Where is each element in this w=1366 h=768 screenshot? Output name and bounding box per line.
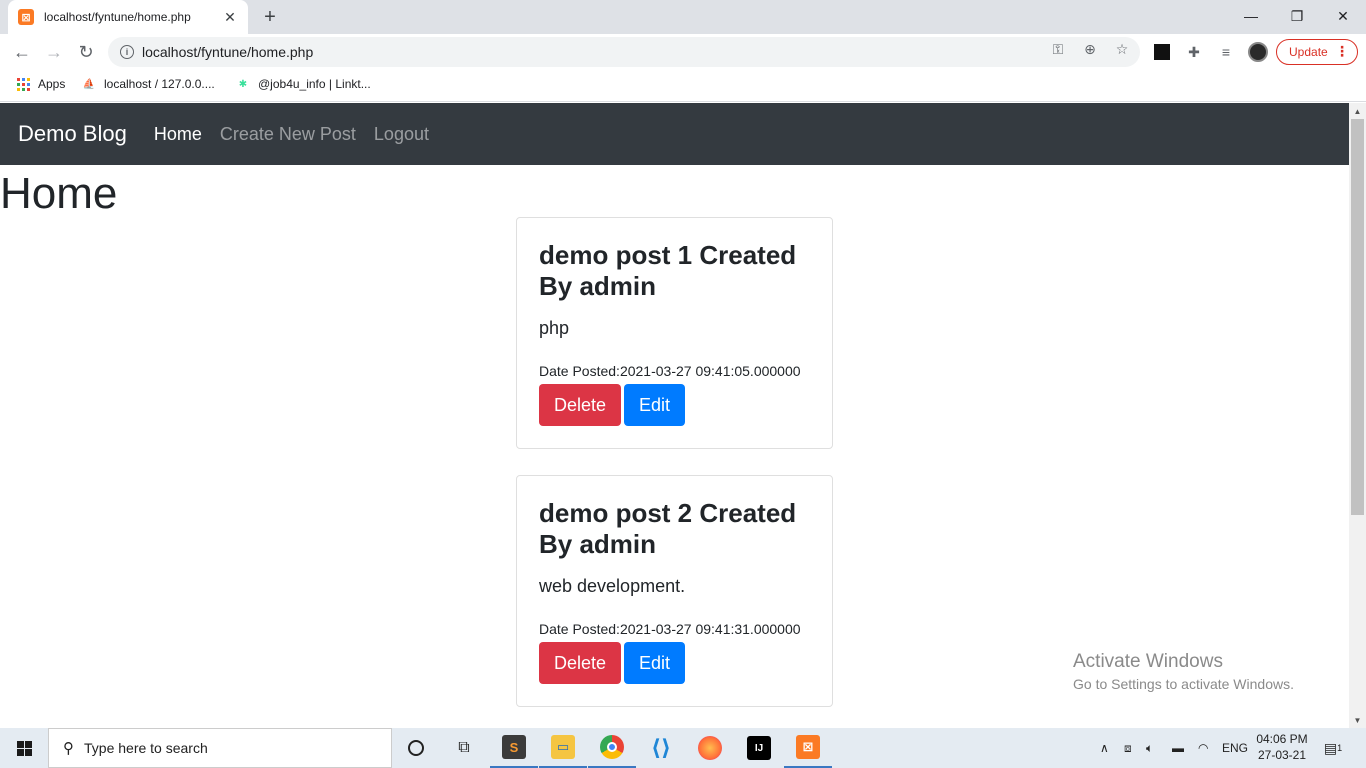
profile-avatar[interactable] [1248,42,1268,62]
search-placeholder: Type here to search [84,740,208,756]
notification-icon: ▤ [1323,739,1338,756]
bookmark-apps[interactable]: Apps [16,77,65,91]
browser-toolbar: ← → ↻ i localhost/fyntune/home.php ⚿ ⊕ ☆… [0,34,1366,70]
extension-black-icon[interactable] [1152,42,1172,62]
scroll-thumb[interactable] [1351,119,1364,515]
notification-count: 1 [1337,743,1343,753]
browser-tabstrip: ⊠ localhost/fyntune/home.php ✕ + — ❐ ✕ [0,0,1366,34]
address-bar[interactable]: i localhost/fyntune/home.php [108,37,1140,67]
linktree-icon: ✱ [238,78,248,90]
search-icon: ⚲ [63,740,74,757]
zoom-icon[interactable]: ⊕ [1082,41,1098,57]
media-queue-icon[interactable]: ≡ [1216,42,1236,62]
clock-time: 04:06 PM [1256,732,1308,746]
url-text: localhost/fyntune/home.php [142,44,314,60]
edit-button[interactable]: Edit [624,642,686,684]
volume-icon[interactable]: 🔈︎ [1146,728,1153,768]
key-icon[interactable]: ⚿ [1050,41,1066,57]
taskbar-clock[interactable]: 04:06 PM 27-03-21 [1254,731,1310,763]
post-body: web development. [539,576,686,596]
cortana-icon[interactable] [392,728,440,768]
start-button[interactable] [0,728,48,768]
windows-logo-icon [16,740,32,756]
browser-tab[interactable]: ⊠ localhost/fyntune/home.php ✕ [8,0,248,34]
post-card: demo post 1 Created By admin php Date Po… [516,217,833,449]
navbar-brand[interactable]: Demo Blog [18,121,127,147]
vscode-icon[interactable]: ⟨⟩ [637,728,685,768]
windows-taskbar: ⚲ Type here to search ⧉ S ▭ ⟨⟩ IJ ⊠ ∧ ⧈ … [0,728,1366,768]
scroll-down-icon[interactable]: ▼ [1349,712,1366,728]
intellij-icon[interactable]: IJ [735,728,783,768]
delete-button[interactable]: Delete [539,384,622,426]
close-tab-icon[interactable]: ✕ [222,9,238,25]
scroll-up-icon[interactable]: ▲ [1349,103,1366,119]
tray-chevron-icon[interactable]: ∧ [1100,728,1109,768]
file-explorer-icon[interactable]: ▭ [539,728,587,768]
close-window-button[interactable]: ✕ [1320,0,1366,32]
menu-dots-icon: ⋮ [1335,43,1349,59]
activate-windows-watermark: Activate Windows Go to Settings to activ… [1073,651,1294,692]
site-navbar: Demo Blog Home Create New Post Logout [0,103,1349,165]
post-date: Date Posted:2021-03-27 09:41:05.000000 [539,363,801,379]
bookmark-label: localhost / 127.0.0.... [104,77,215,91]
page-scrollbar[interactable]: ▲ ▼ [1349,103,1366,728]
post-body: php [539,318,570,338]
site-info-icon[interactable]: i [120,45,134,59]
bookmark-label: Apps [38,77,66,91]
phpmyadmin-icon: ⛵ [82,78,96,90]
task-view-icon[interactable]: ⧉ [440,728,488,768]
language-indicator[interactable]: ENG [1222,728,1248,768]
post-title: demo post 1 Created By admin [539,240,797,301]
page-viewport: Demo Blog Home Create New Post Logout Ho… [0,103,1349,728]
update-label: Update [1289,45,1328,59]
activate-subtitle: Go to Settings to activate Windows. [1073,676,1294,692]
chrome-icon[interactable] [588,728,636,768]
post-title: demo post 2 Created By admin [539,498,797,559]
sublime-text-icon[interactable]: S [490,728,538,768]
update-button[interactable]: Update ⋮ [1276,39,1358,65]
bookmark-linktree[interactable]: ✱ @job4u_info | Linkt... [236,77,371,91]
nav-link-logout[interactable]: Logout [374,124,429,145]
bookmarks-bar: Apps ⛵ localhost / 127.0.0.... ✱ @job4u_… [0,70,1366,102]
nav-link-home[interactable]: Home [154,124,202,145]
clock-date: 27-03-21 [1257,748,1307,762]
reload-button[interactable]: ↻ [72,38,100,66]
apps-grid-icon [16,77,30,91]
new-tab-button[interactable]: + [258,5,282,29]
back-button[interactable]: ← [8,38,36,66]
bookmark-label: @job4u_info | Linkt... [258,77,371,91]
minimize-button[interactable]: — [1228,0,1274,32]
xampp-favicon-icon: ⊠ [18,9,34,25]
page-title: Home [0,169,118,218]
post-card: demo post 2 Created By admin web develop… [516,475,833,707]
battery-icon[interactable]: ▬ [1172,728,1184,768]
notification-center-button[interactable]: ▤ 1 [1318,736,1348,760]
xampp-icon[interactable]: ⊠ [784,728,832,768]
extensions-puzzle-icon[interactable]: ✚ [1184,42,1204,62]
wifi-icon[interactable]: ◠ [1198,728,1208,768]
edit-button[interactable]: Edit [624,384,686,426]
restore-button[interactable]: ❐ [1274,0,1320,32]
bookmark-phpmyadmin[interactable]: ⛵ localhost / 127.0.0.... [82,77,215,91]
nav-link-create-new-post[interactable]: Create New Post [220,124,356,145]
bookmark-star-icon[interactable]: ☆ [1114,41,1130,57]
activate-title: Activate Windows [1073,651,1223,672]
firefox-icon[interactable] [686,728,734,768]
delete-button[interactable]: Delete [539,642,622,684]
taskbar-search[interactable]: ⚲ Type here to search [48,728,392,768]
forward-button[interactable]: → [40,38,68,66]
tray-device-icon[interactable]: ⧈ [1124,728,1132,768]
post-date: Date Posted:2021-03-27 09:41:31.000000 [539,621,801,637]
tab-title: localhost/fyntune/home.php [44,10,191,24]
